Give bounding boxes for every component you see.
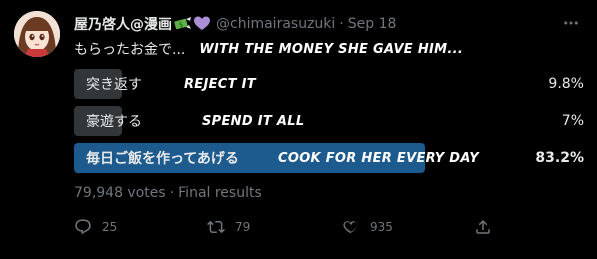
poll: 突き返す REJECT IT 9.8% 豪遊する SPEND IT ALL 7%… (74, 69, 584, 180)
reply-icon (75, 219, 91, 235)
header-separator: · (339, 16, 344, 32)
tweet-date[interactable]: Sep 18 (348, 16, 397, 32)
reply-button[interactable]: 25 (74, 216, 117, 238)
poll-option-3: 毎日ご飯を作ってあげる COOK FOR HER EVERY DAY 83.2% (74, 143, 584, 173)
repost-count: 79 (235, 220, 251, 234)
poll-option-2: 豪遊する SPEND IT ALL 7% (74, 106, 584, 136)
poll-option-percent: 9.8% (548, 76, 584, 92)
money-with-wings-emoji: $ (174, 16, 192, 32)
poll-option-overlay: SPEND IT ALL (202, 113, 305, 129)
poll-option-percent: 83.2% (535, 150, 584, 166)
avatar[interactable] (14, 11, 60, 57)
like-button[interactable]: 935 (342, 216, 393, 238)
repost-button[interactable]: 79 (207, 216, 250, 238)
poll-option-percent: 7% (561, 113, 584, 129)
reply-count: 25 (102, 220, 118, 234)
heart-icon (343, 221, 358, 234)
caption-overlay: WITH THE MONEY SHE GAVE HIM... (199, 41, 464, 57)
tweet-text: もらったお金で... WITH THE MONEY SHE GAVE HIM..… (74, 38, 463, 60)
poll-option-overlay: REJECT IT (184, 76, 256, 92)
poll-option-label: 突き返す (86, 77, 142, 93)
purple-heart-emoji (194, 16, 210, 32)
poll-option-label: 毎日ご飯を作ってあげる (86, 151, 239, 167)
repost-icon (207, 220, 225, 234)
tweet-body: もらったお金で... (74, 42, 186, 58)
poll-footer: 79,948 votes · Final results (74, 183, 262, 203)
like-count: 935 (370, 220, 393, 234)
poll-footer-separator: · (169, 185, 175, 201)
poll-option-overlay: COOK FOR HER EVERY DAY (278, 150, 479, 166)
poll-option-label: 豪遊する (86, 114, 142, 130)
tweet-header: 屋乃啓人@漫画 $ @chimairasuzuki · Sep 18 (74, 13, 587, 35)
user-handle[interactable]: @chimairasuzuki (216, 16, 335, 32)
share-button[interactable] (474, 216, 492, 238)
poll-votes: 79,948 votes (74, 185, 166, 201)
more-icon[interactable] (561, 13, 581, 33)
poll-option-1: 突き返す REJECT IT 9.8% (74, 69, 584, 99)
share-icon (476, 219, 490, 234)
display-name[interactable]: 屋乃啓人@漫画 (74, 14, 172, 34)
poll-status: Final results (178, 185, 262, 201)
action-bar: 25 79 935 (74, 216, 584, 238)
